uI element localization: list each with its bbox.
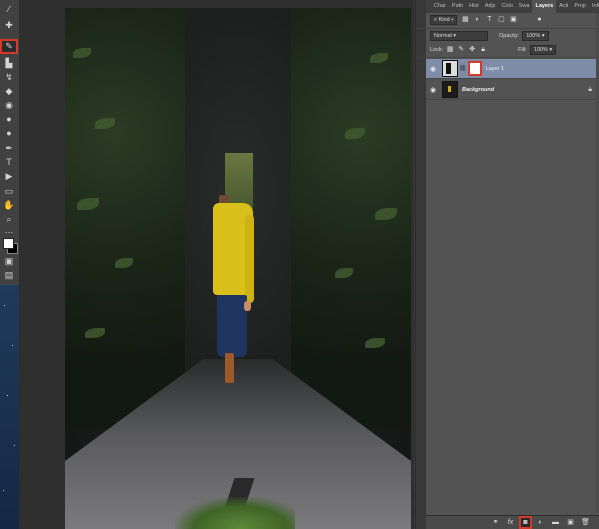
lock-pixels-icon[interactable]: ✎ [457, 46, 465, 54]
path-selection-icon[interactable]: ▶ [2, 171, 16, 182]
eyedropper-icon[interactable]: ⁄ [2, 4, 16, 15]
link-icon: ⛓ [459, 66, 467, 72]
tab-layers[interactable]: Layers [532, 0, 557, 13]
headless-figure [213, 195, 257, 393]
new-group-folder-icon[interactable]: ▬ [551, 518, 560, 527]
visibility-eye-icon[interactable]: ◉ [426, 65, 440, 73]
text-icon[interactable]: T [2, 157, 16, 168]
gradient-icon[interactable]: ◉ [2, 100, 16, 111]
document-canvas-area[interactable] [20, 0, 414, 529]
tools-panel: ⁄ ✚ ✎ ▙ ↯ ◆ ◉ ● ● ✒ T ▶ ▭ ✋ ⌕ … ▣ ▤ [0, 0, 20, 529]
layers-bottom-toolbar: ⚭ fx ◙ ◐ ▬ ▣ 🗑︎ [426, 515, 599, 529]
eraser-icon[interactable]: ◆ [2, 86, 16, 97]
layer-style-fx-icon[interactable]: fx [506, 518, 515, 527]
pen-icon[interactable]: ✒ [2, 143, 16, 154]
fill-input[interactable]: 100% ▾ [529, 45, 557, 55]
add-layer-mask-icon[interactable]: ◙ [519, 516, 532, 529]
tab-swatches[interactable]: Swa [516, 0, 533, 13]
layer-row-background[interactable]: ◉ Background 🔒︎ [426, 80, 599, 100]
layer-thumbnail[interactable] [442, 60, 458, 77]
opacity-input[interactable]: 100% ▾ [522, 31, 549, 41]
opacity-value: 100% [526, 33, 541, 39]
tab-history[interactable]: Hist [466, 0, 481, 13]
tab-character[interactable]: Char [431, 0, 449, 13]
jeans [217, 295, 247, 357]
layer-row-layer-1[interactable]: ◉ ⛓ Layer 1 [426, 59, 599, 79]
tab-properties[interactable]: Prop [571, 0, 589, 13]
hedge-left [65, 8, 185, 428]
new-layer-icon[interactable]: ▣ [566, 518, 575, 527]
shape-icon[interactable]: ▭ [2, 186, 16, 197]
layer-lock-icon: 🔒︎ [588, 85, 592, 93]
lock-transparent-icon[interactable]: ▦ [446, 46, 454, 54]
search-icon: ⌕ [434, 17, 438, 23]
history-brush-icon[interactable]: ↯ [2, 72, 16, 83]
smart-object-filter-icon[interactable]: ▣ [509, 16, 517, 24]
filter-toggle-icon[interactable]: ● [535, 16, 543, 24]
pixel-filter-icon[interactable]: ▦ [461, 16, 469, 24]
blend-mode-value: Normal [434, 33, 452, 39]
clone-stamp-icon[interactable]: ▙ [2, 58, 16, 69]
type-filter-icon[interactable]: T [485, 16, 493, 24]
layers-panel: Char Path Hist Adjs Colo Swa Layers Acti… [415, 0, 599, 529]
document-image[interactable] [65, 8, 411, 529]
adjustment-filter-icon[interactable]: ◐ [473, 16, 481, 24]
layer-filter-row: ⌕ Kind ▾ ▦ ◐ T ▢ ▣ ● [430, 15, 599, 25]
lock-row: Lock: ▦ ✎ ✥ 🔒︎ Fill: 100% ▾ [430, 45, 557, 55]
adjustment-layer-icon[interactable]: ◐ [536, 518, 545, 527]
background-desktop [0, 285, 19, 529]
filter-kind-label: Kind [438, 17, 450, 23]
panel-tabs: Char Path Hist Adjs Colo Swa Layers Acti… [426, 0, 599, 13]
fill-value: 100% [533, 47, 548, 53]
hedge-right [291, 8, 411, 428]
tab-info[interactable]: Info [589, 0, 599, 13]
zoom-icon[interactable]: ⌕ [2, 214, 16, 225]
blur-icon[interactable]: ● [2, 114, 16, 125]
color-swatches[interactable] [3, 238, 18, 254]
fill-label: Fill: [518, 47, 527, 53]
quick-mask-icon[interactable]: ▣ [2, 256, 16, 267]
layer-filter-kind[interactable]: ⌕ Kind ▾ [430, 15, 458, 25]
screen-mode-icon[interactable]: ▤ [2, 270, 16, 281]
tab-adjustments[interactable]: Adjs [482, 0, 499, 13]
lock-label: Lock: [430, 47, 444, 53]
layer-mask-thumbnail[interactable] [467, 61, 482, 76]
grass-patch [175, 497, 295, 529]
layer-name[interactable]: Layer 1 [486, 66, 504, 72]
shoe [225, 353, 234, 383]
foreground-color-swatch[interactable] [3, 238, 14, 249]
lock-all-icon[interactable]: 🔒︎ [479, 46, 487, 54]
blend-mode-select[interactable]: Normal ▾ [430, 31, 488, 41]
lock-position-icon[interactable]: ✥ [468, 46, 476, 54]
layer-name[interactable]: Background [462, 87, 494, 93]
brush-tool-icon[interactable]: ✎ [0, 39, 18, 54]
blend-row: Normal ▾ Opacity: 100% ▾ [430, 31, 549, 41]
link-layers-icon[interactable]: ⚭ [491, 518, 500, 527]
healing-brush-icon[interactable]: ✚ [2, 20, 16, 31]
more-tools-icon[interactable]: … [2, 225, 16, 236]
hand-icon[interactable]: ✋ [2, 200, 16, 211]
shape-filter-icon[interactable]: ▢ [497, 16, 505, 24]
visibility-eye-icon[interactable]: ◉ [426, 86, 440, 94]
opacity-label: Opacity: [499, 33, 520, 39]
tab-actions[interactable]: Acti [556, 0, 571, 13]
delete-layer-trash-icon[interactable]: 🗑︎ [581, 518, 590, 527]
tab-color[interactable]: Colo [498, 0, 515, 13]
layer-thumbnail[interactable] [442, 81, 458, 98]
dodge-icon[interactable]: ● [2, 128, 16, 139]
tab-paths[interactable]: Path [449, 0, 466, 13]
